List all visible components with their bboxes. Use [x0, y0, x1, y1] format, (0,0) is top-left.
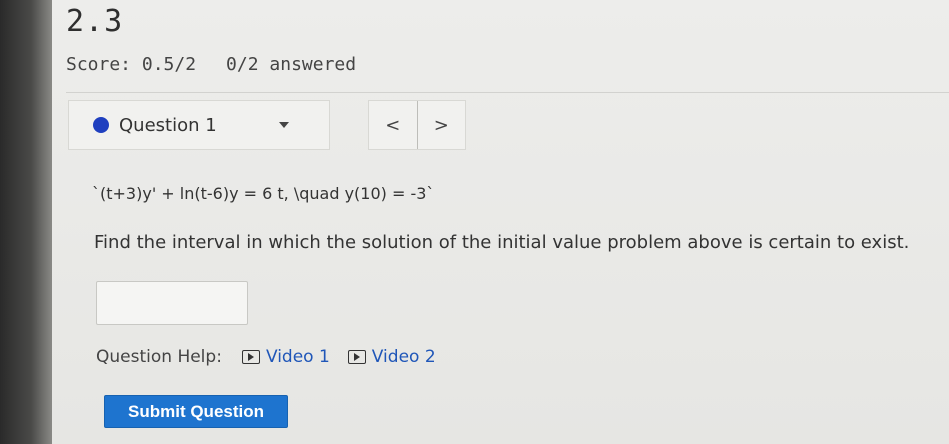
- video-2-label: Video 2: [371, 347, 436, 367]
- question-equation: `(t+3)y' + ln(t-6)y = 6 t, \quad y(10) =…: [92, 184, 435, 203]
- score-value: Score: 0.5/2: [66, 54, 197, 75]
- screen-bezel: [0, 0, 52, 444]
- answered-count: 0/2 answered: [226, 54, 357, 75]
- video-1-label: Video 1: [265, 347, 330, 367]
- video-play-icon: [347, 350, 366, 364]
- question-help: Question Help: Video 1 Video 2: [96, 347, 454, 367]
- chevron-down-icon: [279, 122, 289, 128]
- question-nav: < >: [368, 100, 466, 150]
- next-question-button[interactable]: >: [416, 101, 466, 149]
- score-line: Score: 0.5/2 0/2 answered: [66, 54, 356, 75]
- question-selector[interactable]: Question 1: [68, 100, 330, 150]
- dot-icon: [93, 117, 109, 133]
- question-help-label: Question Help:: [96, 347, 222, 367]
- video-1-link[interactable]: Video 1: [241, 347, 330, 367]
- question-selector-label: Question 1: [119, 114, 217, 136]
- question-prompt: Find the interval in which the solution …: [94, 232, 910, 253]
- previous-question-button[interactable]: <: [369, 101, 417, 149]
- header-divider: [66, 92, 949, 93]
- section-title: 2.3: [66, 4, 124, 39]
- assignment-page: 2.3 Score: 0.5/2 0/2 answered Question 1 …: [52, 0, 949, 444]
- submit-question-button[interactable]: Submit Question: [104, 395, 288, 428]
- answer-input[interactable]: [96, 281, 248, 325]
- video-play-icon: [241, 350, 260, 364]
- video-2-link[interactable]: Video 2: [347, 347, 436, 367]
